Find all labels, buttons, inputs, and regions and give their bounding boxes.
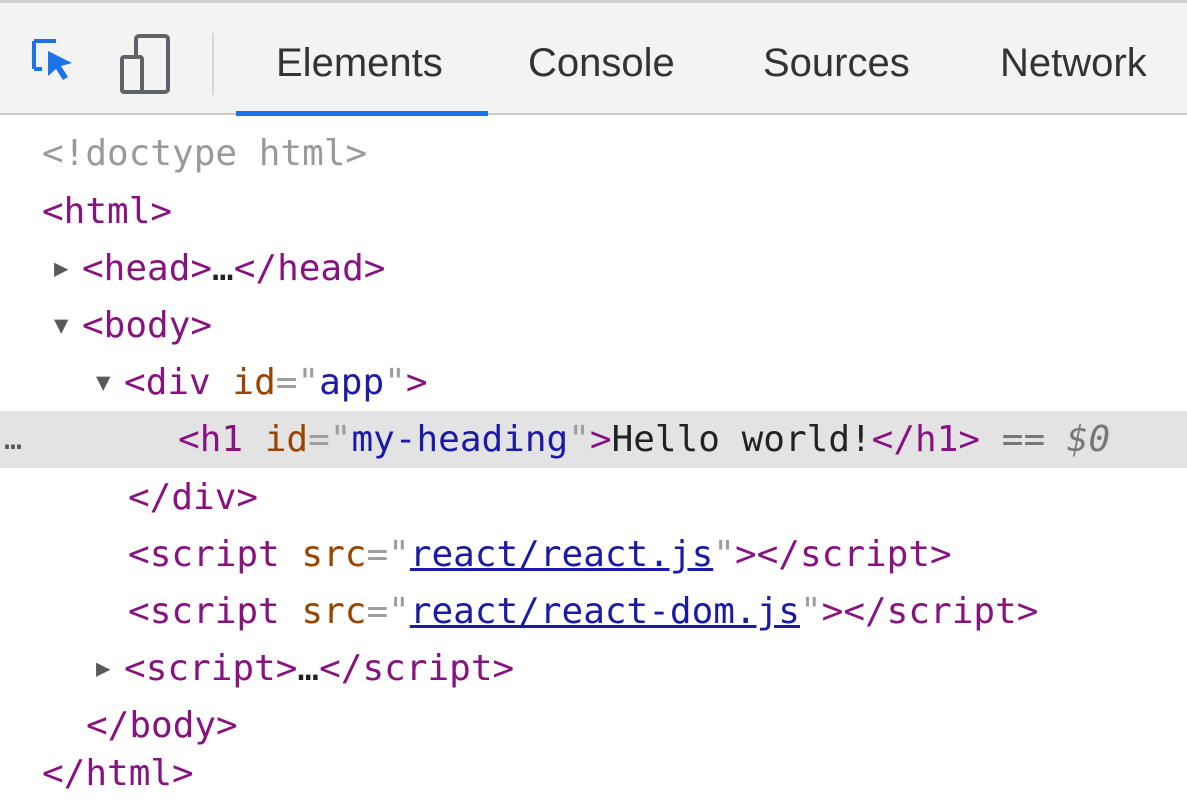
expand-triangle-icon[interactable]: ▶: [54, 240, 82, 297]
script-close-tag-name: script: [362, 648, 493, 689]
script-src-link-react-dom[interactable]: react/react-dom.js: [410, 591, 800, 632]
h1-attr-name: id: [264, 419, 309, 460]
device-toolbar-icon[interactable]: [118, 33, 174, 99]
dom-node-head[interactable]: ▶ <head>…</head>: [0, 240, 1187, 297]
dom-node-html[interactable]: <html>: [0, 183, 1187, 240]
div-attr-value: app: [319, 362, 385, 403]
expand-triangle-icon[interactable]: ▶: [96, 640, 124, 697]
collapse-triangle-icon[interactable]: ▼: [54, 297, 82, 354]
html-close-tag: </html>: [42, 753, 194, 794]
devtools-toolbar: Elements Console Sources Network: [0, 0, 1187, 116]
script-collapsed-ellipsis[interactable]: …: [297, 648, 319, 689]
head-open-tag: <head>: [82, 248, 213, 289]
script-close-tag-name: script: [886, 591, 1017, 632]
body-open-tag: <body>: [82, 305, 213, 346]
h1-attr-value: my-heading: [351, 419, 569, 460]
html-open-tag: <html>: [42, 191, 173, 232]
div-tag-name: div: [145, 362, 211, 403]
tab-elements[interactable]: Elements: [276, 39, 443, 87]
inspect-element-icon[interactable]: [28, 33, 80, 89]
div-attr-name: id: [232, 362, 276, 403]
dom-node-body[interactable]: ▼ <body>: [0, 297, 1187, 354]
h1-text-content[interactable]: Hello world!: [612, 419, 872, 460]
script-close-tag-name: script: [799, 534, 931, 575]
head-collapsed-ellipsis[interactable]: …: [212, 248, 234, 289]
head-close-tag: </head>: [233, 248, 386, 289]
dom-node-script-inline[interactable]: ▶ <script>…</script>: [0, 640, 1187, 697]
dom-node-div-close[interactable]: </div>: [0, 469, 1187, 526]
collapse-triangle-icon[interactable]: ▼: [96, 354, 124, 411]
node-actions-ellipsis[interactable]: …: [4, 411, 22, 468]
script-tag-name: script: [149, 534, 280, 575]
tab-console[interactable]: Console: [528, 39, 675, 87]
script-src-attr: src: [301, 534, 367, 575]
doctype-text: <!doctype html>: [42, 133, 368, 174]
dom-node-div-app[interactable]: ▼ <div id="app">: [0, 354, 1187, 411]
dom-tree: <!doctype html> <html> ▶ <head>…</head> ▼…: [0, 115, 1187, 803]
script-tag-name: script: [145, 648, 276, 689]
script-src-link-react[interactable]: react/react.js: [410, 534, 713, 575]
tab-network[interactable]: Network: [1000, 39, 1147, 87]
div-close-tag: </div>: [128, 477, 259, 518]
script-src-attr: src: [301, 591, 367, 632]
dom-node-script-react-dom[interactable]: <script src="react/react-dom.js"></scrip…: [0, 583, 1187, 640]
h1-close-tag-name: h1: [915, 419, 959, 460]
toolbar-separator: [212, 33, 214, 95]
dom-node-doctype[interactable]: <!doctype html>: [0, 125, 1187, 182]
script-tag-name: script: [149, 591, 280, 632]
tab-sources[interactable]: Sources: [763, 39, 910, 87]
body-close-tag: </body>: [86, 705, 238, 746]
dom-node-html-close[interactable]: </html>: [0, 745, 1187, 802]
dom-node-script-react[interactable]: <script src="react/react.js"></script>: [0, 526, 1187, 583]
h1-tag-name: h1: [199, 419, 244, 460]
selected-node-marker: == $0: [1001, 419, 1111, 460]
dom-node-h1-selected[interactable]: … <h1 id="my-heading">Hello world!</h1> …: [0, 411, 1187, 468]
